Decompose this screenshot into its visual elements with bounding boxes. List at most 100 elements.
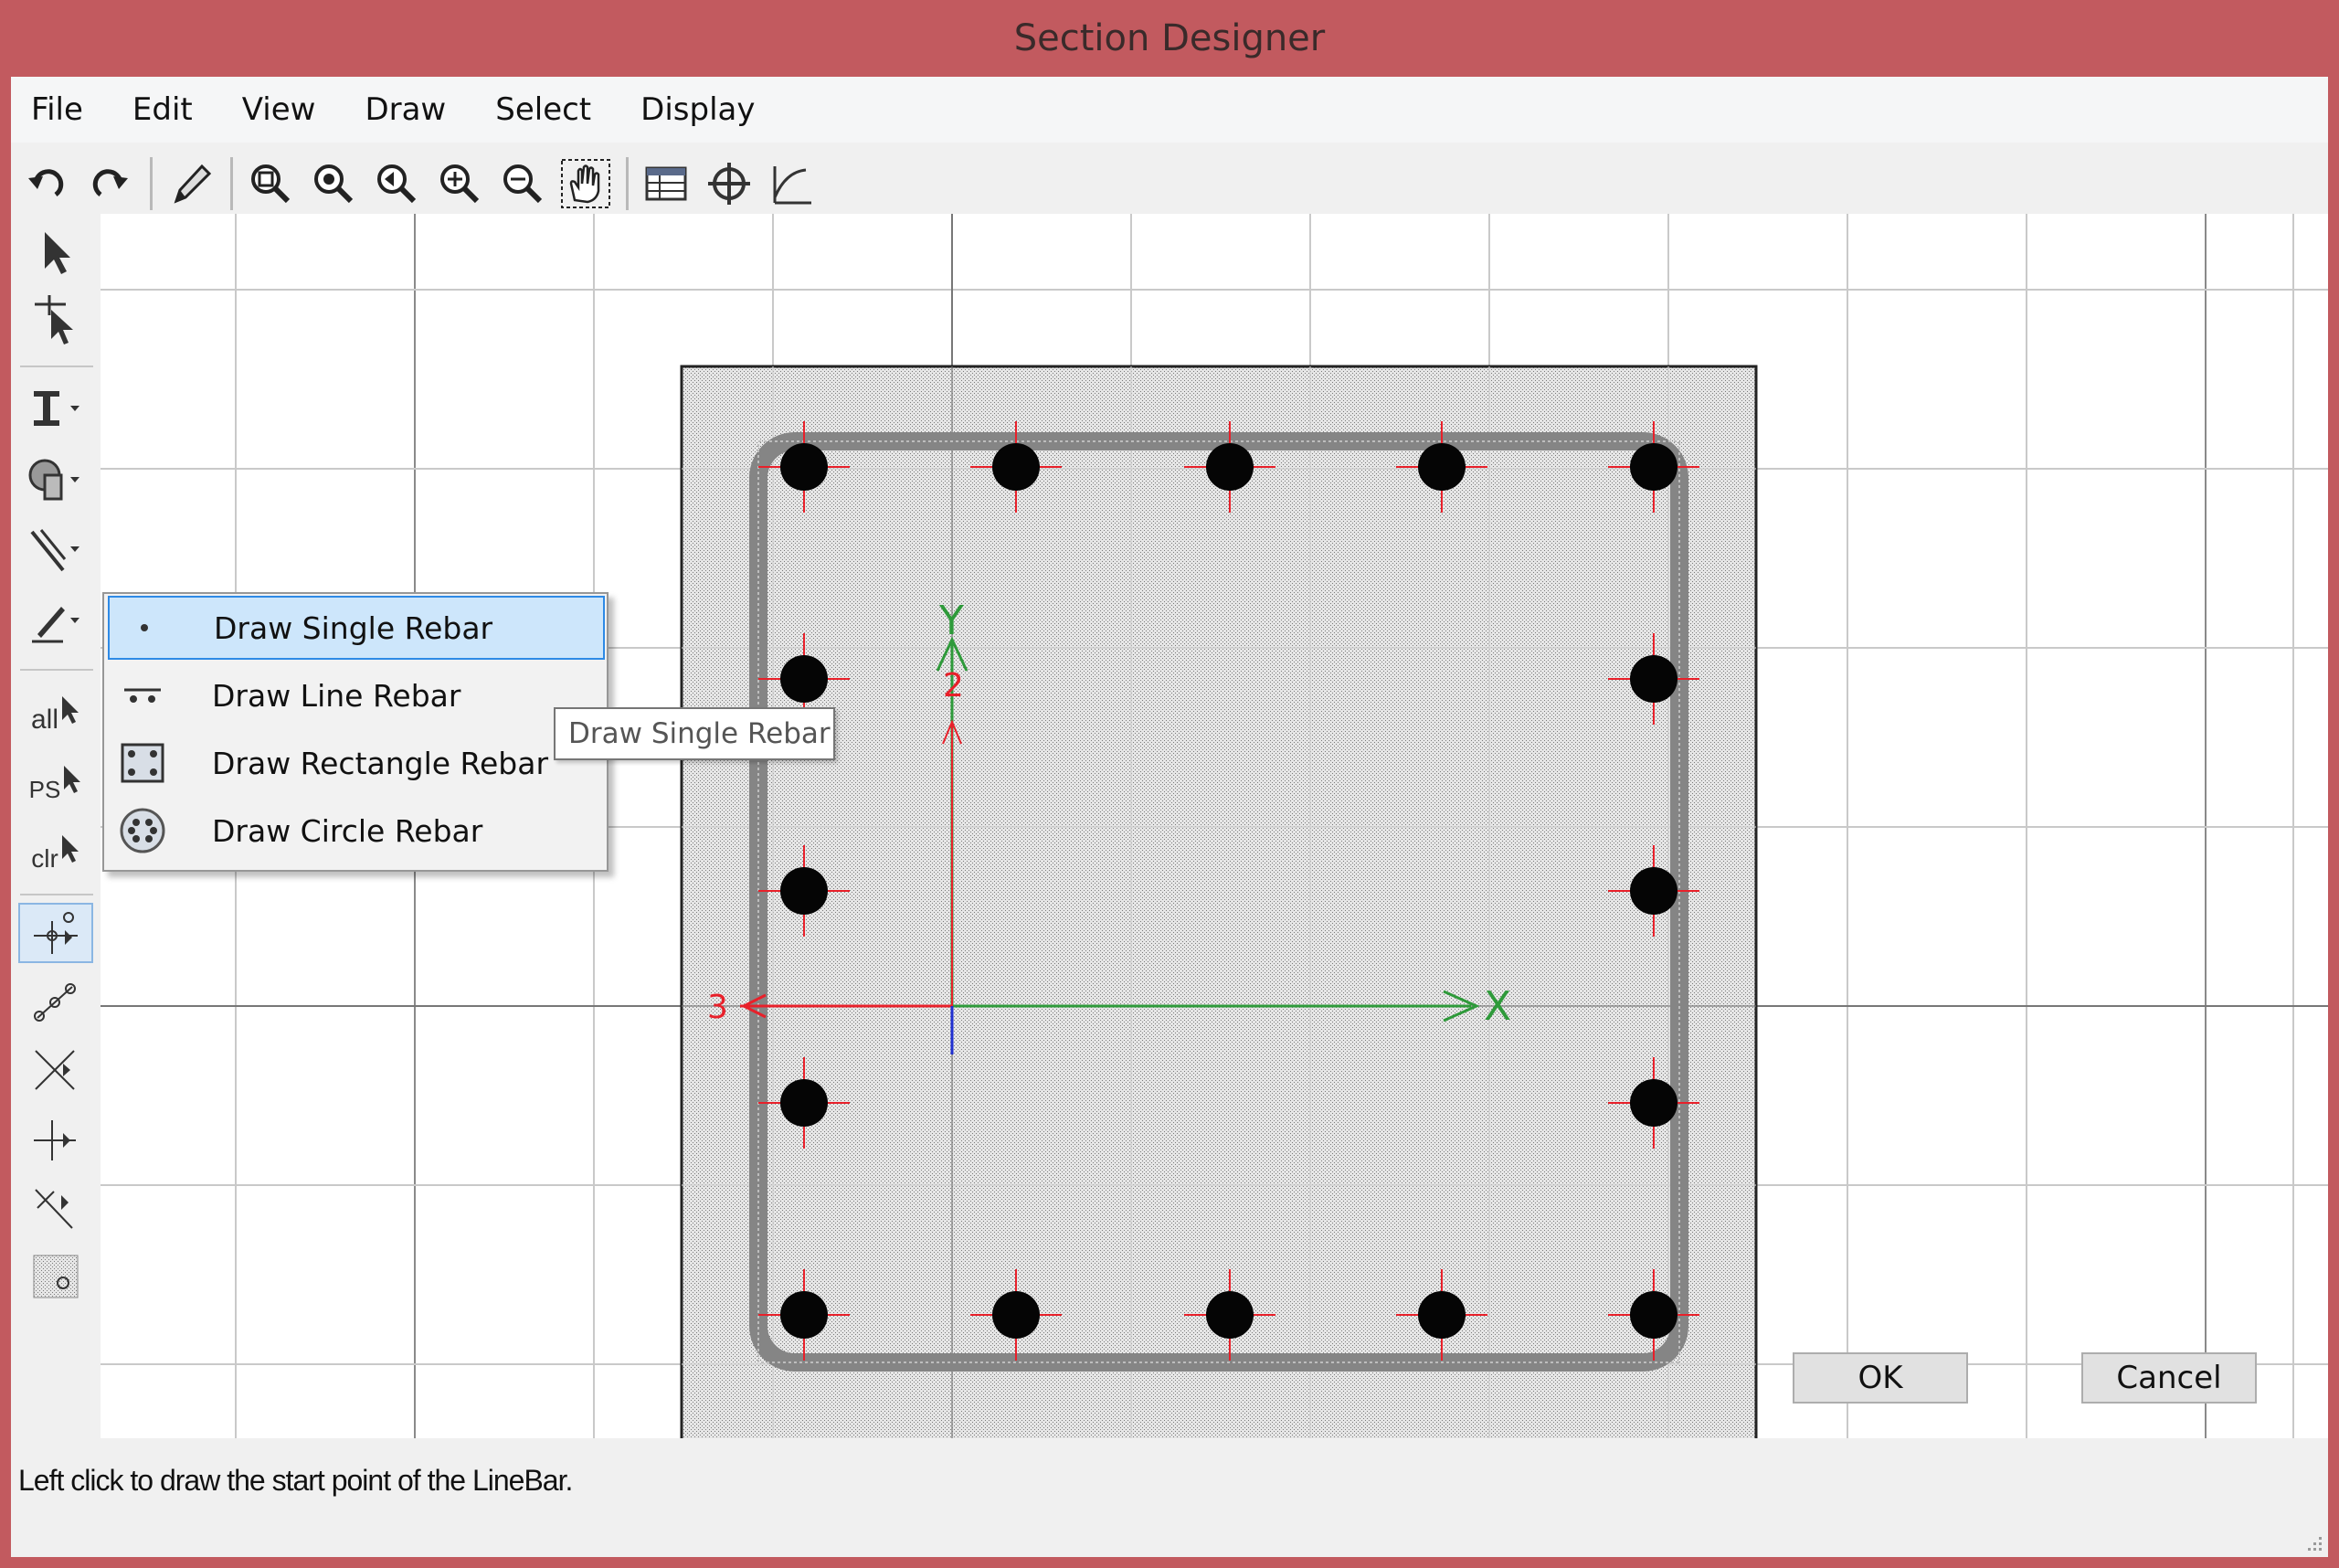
- zoom-previous-button[interactable]: [366, 154, 427, 214]
- rebar-point[interactable]: [992, 1291, 1040, 1339]
- rebar-point[interactable]: [1630, 867, 1678, 915]
- select-all-button[interactable]: all: [18, 680, 93, 740]
- previous-selection-pointer-icon: [64, 766, 81, 793]
- single-rebar-icon: [141, 624, 148, 631]
- menu-edit[interactable]: Edit: [132, 91, 193, 128]
- status-message: Left click to draw the start point of th…: [18, 1464, 573, 1497]
- rebar-point[interactable]: [780, 1079, 828, 1127]
- zoom-out-icon: [503, 164, 543, 204]
- draw-pencil-button[interactable]: [160, 154, 220, 214]
- menu-item-draw-rectangle-rebar[interactable]: Draw Rectangle Rebar: [108, 731, 605, 795]
- menu-item-label: Draw Rectangle Rebar: [212, 745, 549, 781]
- left-toolbar-separator: [20, 366, 93, 367]
- rebar-draw-icon: [30, 529, 79, 572]
- rebar-point[interactable]: [780, 1291, 828, 1339]
- undo-button[interactable]: [16, 154, 77, 214]
- window-title: Section Designer: [1013, 17, 1326, 59]
- zoom-in-icon: [440, 164, 480, 204]
- previous-selection-button[interactable]: PS: [18, 749, 93, 810]
- toolbar-separator: [150, 157, 153, 210]
- resize-grip-icon[interactable]: [2301, 1530, 2324, 1553]
- axis-y-label: Y: [938, 598, 964, 644]
- zoom-window-button[interactable]: [240, 154, 301, 214]
- rebar-point[interactable]: [992, 443, 1040, 491]
- axes-button[interactable]: [762, 154, 822, 214]
- rebar-point[interactable]: [1630, 655, 1678, 703]
- rebar-point[interactable]: [1206, 443, 1254, 491]
- rebar-point[interactable]: [780, 443, 828, 491]
- pointer-icon: [45, 232, 70, 274]
- snap-line-ends-icon: [34, 983, 76, 1022]
- rebar-point[interactable]: [1418, 443, 1466, 491]
- left-toolbar-separator: [20, 894, 93, 895]
- reshape-pointer-icon: [35, 295, 73, 344]
- menu-item-label: Draw Line Rebar: [212, 677, 461, 714]
- rebar-point[interactable]: [1630, 443, 1678, 491]
- redo-button[interactable]: [79, 154, 140, 214]
- table-icon: [645, 166, 687, 201]
- menu-display[interactable]: Display: [640, 91, 755, 128]
- zoom-in-button[interactable]: [429, 154, 490, 214]
- zoom-previous-icon: [377, 164, 417, 204]
- toolbar: [11, 144, 2328, 223]
- snap-grid-button[interactable]: [18, 1246, 93, 1307]
- snap-line-ends-button[interactable]: [18, 972, 93, 1033]
- pan-icon: [561, 159, 610, 208]
- snap-points-button[interactable]: [18, 903, 93, 963]
- clear-selection-button[interactable]: clr: [18, 819, 93, 879]
- rectangle-rebar-icon: [121, 743, 164, 783]
- crosshair-button[interactable]: [699, 154, 759, 214]
- menu-item-draw-circle-rebar[interactable]: Draw Circle Rebar: [108, 799, 605, 863]
- select-all-pointer-icon: [62, 696, 79, 724]
- rebar-point[interactable]: [780, 655, 828, 703]
- zoom-out-button[interactable]: [492, 154, 553, 214]
- axes-icon: [773, 166, 811, 205]
- cancel-button[interactable]: Cancel: [2081, 1352, 2257, 1404]
- table-button[interactable]: [636, 154, 696, 214]
- pen-line-icon: [32, 607, 79, 643]
- menu-item-draw-single-rebar[interactable]: Draw Single Rebar: [108, 596, 605, 660]
- left-toolbar: all PS clr: [11, 223, 99, 1438]
- draw-ishape-button[interactable]: [18, 378, 93, 439]
- reshape-button[interactable]: [18, 291, 93, 351]
- zoom-window-icon: [251, 164, 291, 204]
- snap-perpendicular-icon: [34, 1120, 76, 1160]
- draw-line-button[interactable]: [18, 592, 93, 652]
- rebar-point[interactable]: [1630, 1079, 1678, 1127]
- circle-rebar-icon: [120, 808, 165, 853]
- select-pointer-button[interactable]: [18, 223, 93, 283]
- snap-intersection-icon: [35, 1050, 75, 1090]
- toolbar-separator: [626, 157, 629, 210]
- axis-x-label: X: [1484, 983, 1511, 1030]
- rebar-point[interactable]: [780, 867, 828, 915]
- pan-button[interactable]: [556, 154, 616, 214]
- line-rebar-icon: [124, 688, 161, 703]
- axis-2-label: 2: [943, 667, 964, 705]
- menu-select[interactable]: Select: [495, 91, 591, 128]
- section-designer-window: Section Designer File Edit View Draw Sel…: [0, 0, 2339, 1568]
- draw-shape-button[interactable]: [18, 450, 93, 510]
- snap-intersections-button[interactable]: [18, 1040, 93, 1100]
- snap-perpendicular-button[interactable]: [18, 1109, 93, 1170]
- menu-file[interactable]: File: [31, 91, 83, 128]
- menu-view[interactable]: View: [242, 91, 316, 128]
- zoom-restore-icon: [314, 164, 354, 204]
- rebar-point[interactable]: [1630, 1291, 1678, 1339]
- left-toolbar-separator: [20, 669, 93, 671]
- menu-draw[interactable]: Draw: [365, 91, 446, 128]
- menu-bar: File Edit View Draw Select Display: [11, 77, 2328, 143]
- zoom-restore-button[interactable]: [303, 154, 364, 214]
- draw-rebar-button[interactable]: [18, 521, 93, 581]
- menu-item-draw-line-rebar[interactable]: Draw Line Rebar: [108, 663, 605, 727]
- ishape-icon: [34, 391, 79, 426]
- client-area: File Edit View Draw Select Display X Y 2…: [11, 77, 2328, 1557]
- snap-nearest-button[interactable]: [18, 1179, 93, 1239]
- crosshair-icon: [708, 163, 750, 205]
- all-label: all: [30, 705, 58, 735]
- rebar-point[interactable]: [1418, 1291, 1466, 1339]
- menu-item-label: Draw Circle Rebar: [212, 812, 483, 849]
- snap-point-icon: [34, 912, 78, 954]
- rebar-point[interactable]: [1206, 1291, 1254, 1339]
- concrete-section[interactable]: [680, 365, 1758, 1438]
- ok-button[interactable]: OK: [1793, 1352, 1968, 1404]
